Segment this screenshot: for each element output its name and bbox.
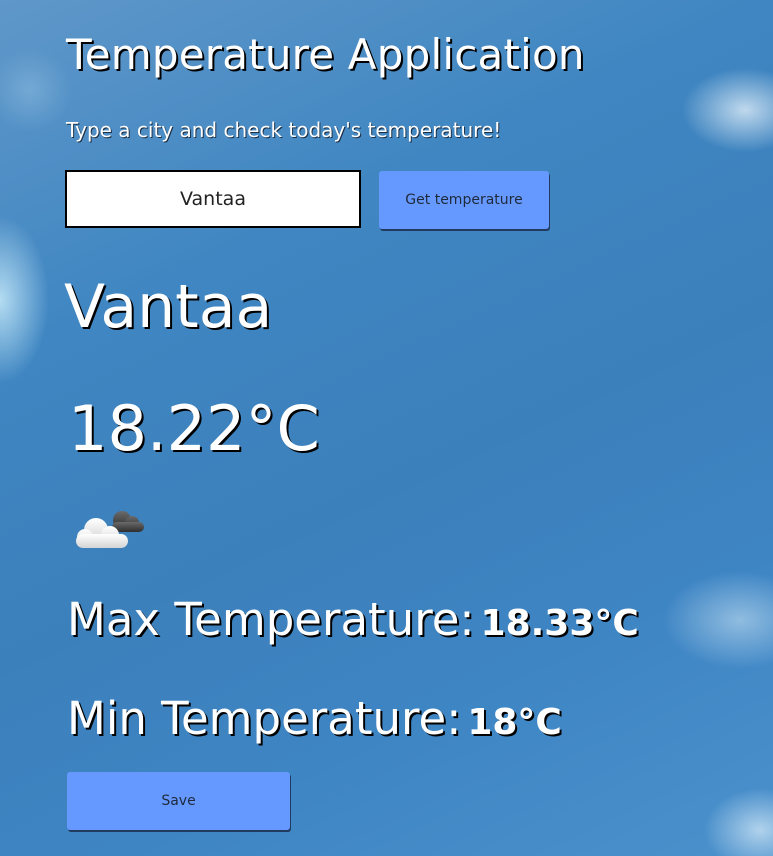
save-button[interactable]: Save [67, 772, 290, 830]
min-temperature: Min Temperature: 18°C [67, 692, 562, 745]
min-temperature-value: 18°C [467, 702, 562, 743]
max-temperature: Max Temperature: 18.33°C [67, 593, 639, 646]
city-name: Vantaa [64, 272, 273, 342]
page-title: Temperature Application [66, 30, 585, 79]
get-temperature-button[interactable]: Get temperature [379, 171, 549, 229]
page-subtitle: Type a city and check today's temperatur… [66, 118, 502, 142]
max-temperature-label: Max Temperature: [67, 593, 475, 646]
min-temperature-label: Min Temperature: [67, 692, 462, 745]
current-temperature: 18.22°C [68, 392, 320, 465]
city-input[interactable] [65, 170, 361, 228]
max-temperature-value: 18.33°C [480, 603, 639, 644]
cloudy-icon [72, 506, 146, 554]
